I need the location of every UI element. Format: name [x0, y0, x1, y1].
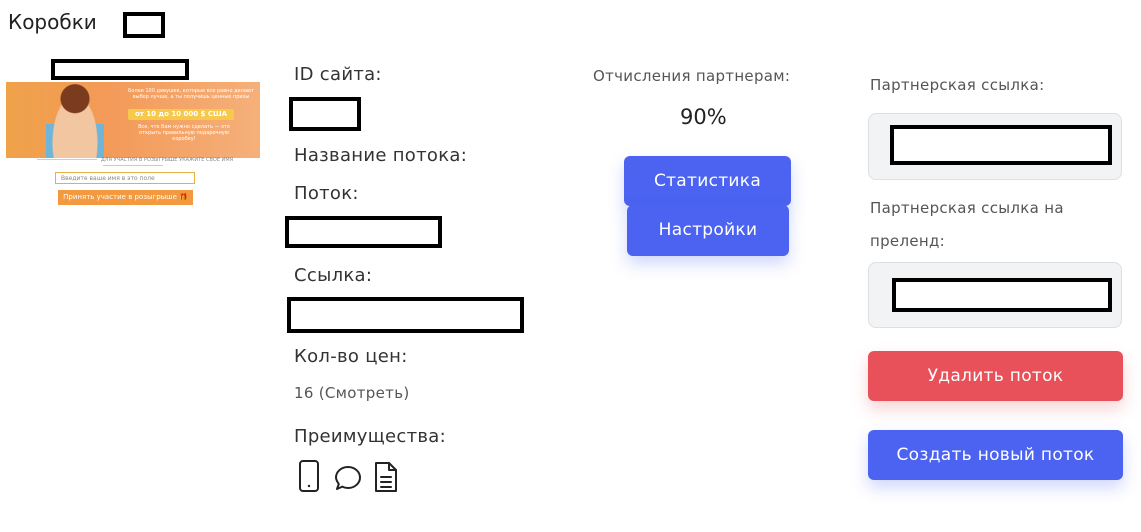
preview-name-input: Введите ваше имя в это поле — [55, 172, 195, 184]
phone-icon — [299, 460, 319, 492]
redacted-link — [287, 297, 524, 333]
commission-value: 90% — [680, 105, 727, 129]
delete-stream-button[interactable]: Удалить поток — [868, 351, 1123, 401]
create-stream-button[interactable]: Создать новый поток — [868, 430, 1123, 480]
settings-button[interactable]: Настройки — [627, 205, 789, 256]
partner-link-label: Партнерская ссылка: — [870, 76, 1045, 94]
document-icon — [375, 462, 397, 492]
link-label: Ссылка: — [294, 265, 373, 286]
site-id-label: ID сайта: — [294, 64, 382, 85]
page-title: Коробки — [8, 10, 97, 34]
redacted-title-badge — [123, 12, 165, 38]
prices-label: Кол-во цен: — [294, 346, 408, 367]
statistics-button[interactable]: Статистика — [624, 156, 791, 206]
chat-icon — [335, 466, 361, 490]
redacted-stream — [285, 216, 442, 248]
stream-label: Поток: — [294, 183, 359, 204]
preview-participate-button: Принять участие в розыгрыше 🎁 — [58, 190, 193, 205]
commission-label: Отчисления партнерам: — [593, 67, 791, 85]
redacted-prelend-link — [892, 278, 1112, 312]
prelend-link-label: Партнерская ссылка на преленд: — [870, 199, 1064, 250]
landing-preview-image[interactable]: Более 100 девушек, которые все равно дел… — [6, 82, 260, 158]
preview-woman-figure — [46, 82, 104, 158]
advantages-label: Преимущества: — [294, 426, 446, 447]
preview-prize: от 10 до 10 000 $ США — [128, 109, 234, 120]
redacted-preview-title — [51, 59, 189, 80]
redacted-partner-link — [890, 125, 1112, 165]
preview-headline: Более 100 девушек, которые все равно дел… — [127, 88, 255, 100]
redacted-site-id — [289, 97, 361, 131]
preview-divider: ДЛЯ УЧАСТИЯ В РОЗЫГРЫШЕ УКАЖИТЕ СВОЕ ИМЯ — [8, 157, 258, 169]
preview-subline: Все, что Вам нужно сделать — это открыть… — [138, 124, 230, 142]
prices-value[interactable]: 16 (Смотреть) — [294, 384, 410, 402]
stream-name-label: Название потока: — [294, 145, 468, 166]
